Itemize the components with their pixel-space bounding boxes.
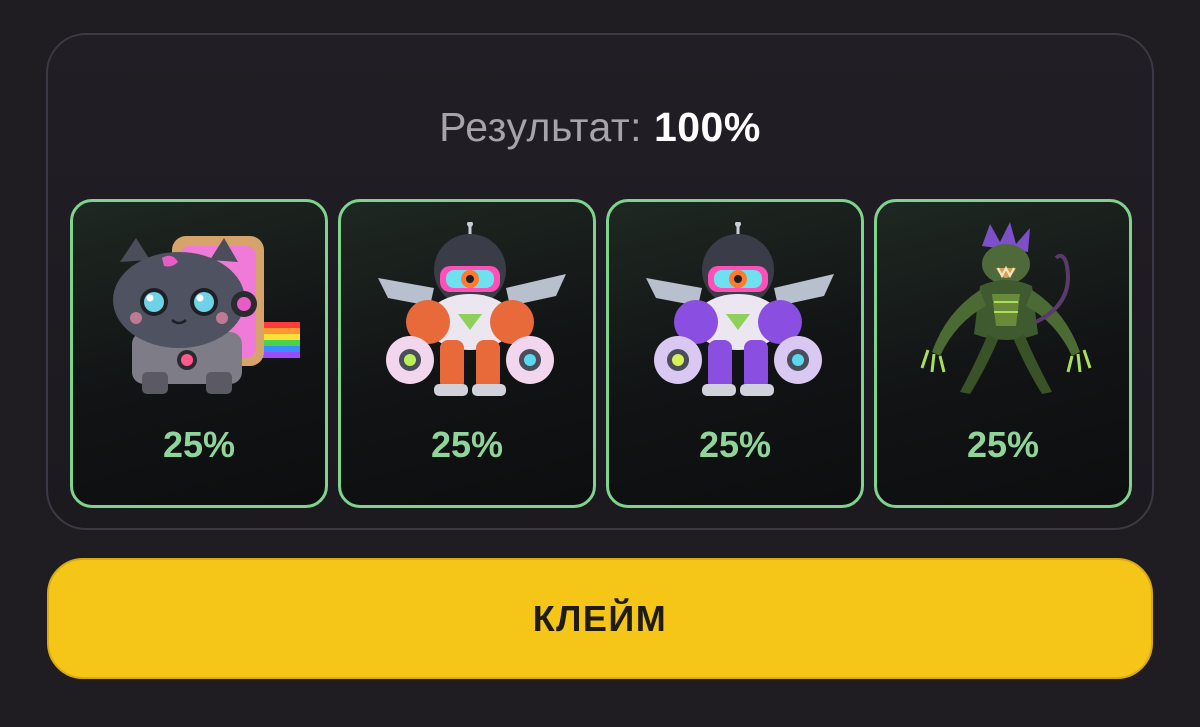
claim-button[interactable]: КЛЕЙМ: [47, 558, 1153, 679]
result-value: 100%: [653, 104, 761, 150]
card-percent: 25%: [162, 424, 236, 465]
mech-astronaut-red-icon: [370, 222, 570, 404]
result-panel: Результат: 100% 25% 25% 25% 25%: [46, 33, 1154, 530]
reward-card-alien[interactable]: 25%: [874, 199, 1132, 508]
card-percent: 25%: [698, 424, 772, 465]
reward-cards: 25% 25% 25% 25%: [70, 199, 1132, 508]
card-percent: 25%: [966, 424, 1040, 465]
cat-robot-icon: [102, 222, 302, 404]
claim-button-label: КЛЕЙМ: [532, 597, 668, 639]
mech-astronaut-purple-icon: [638, 222, 838, 404]
result-label: Результат:: [439, 104, 643, 150]
reward-card-cat[interactable]: 25%: [70, 199, 328, 508]
result-heading: Результат: 100%: [48, 103, 1152, 151]
alien-monster-icon: [906, 222, 1106, 404]
reward-card-mech-purple[interactable]: 25%: [606, 199, 864, 508]
card-percent: 25%: [430, 424, 504, 465]
reward-card-mech-red[interactable]: 25%: [338, 199, 596, 508]
